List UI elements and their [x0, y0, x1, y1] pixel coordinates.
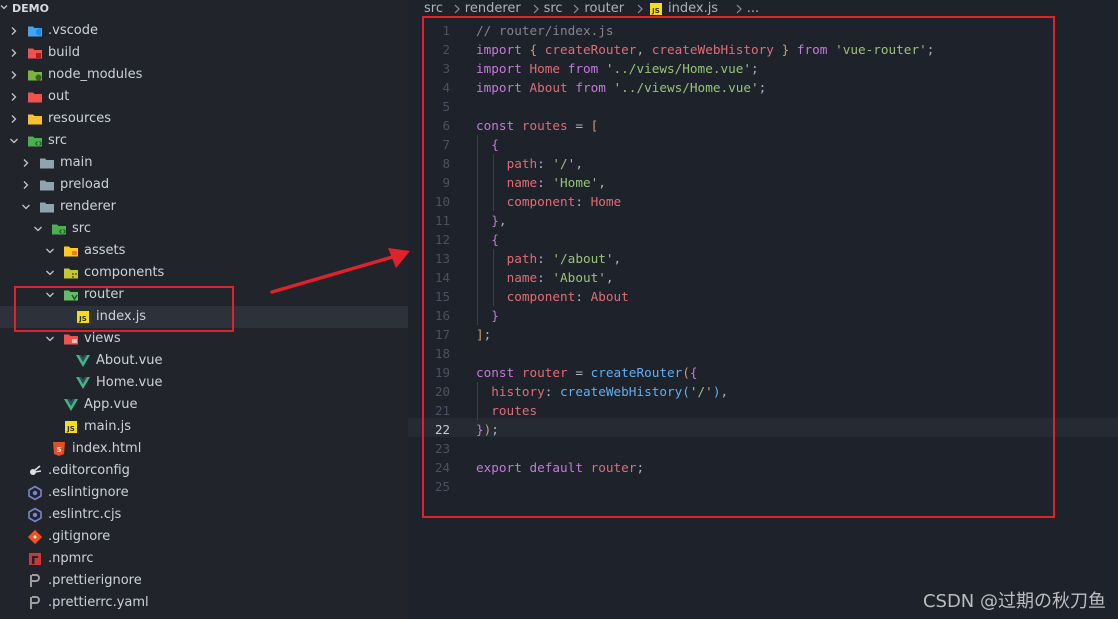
- annotation-arrow: [270, 248, 410, 294]
- watermark: CSDN @过期の秋刀鱼: [922, 591, 1106, 612]
